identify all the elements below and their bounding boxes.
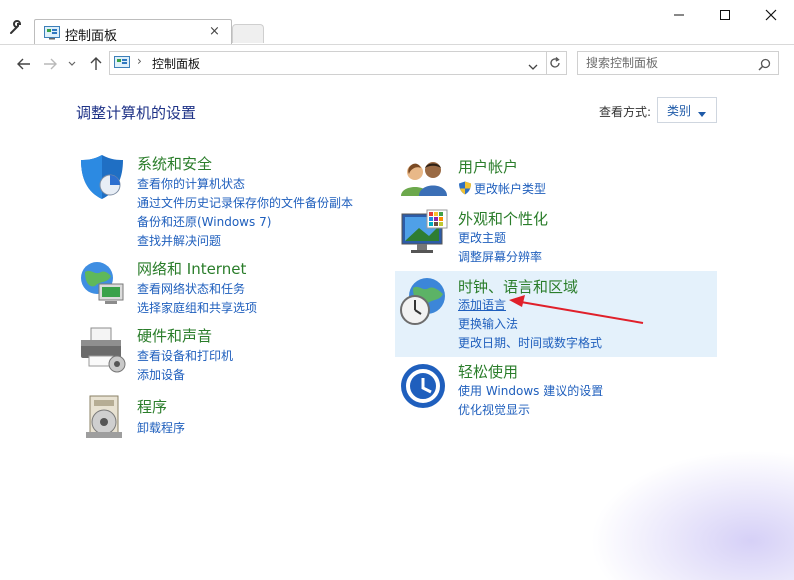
minimize-button[interactable] xyxy=(656,0,702,30)
network-globe-icon[interactable] xyxy=(77,258,127,312)
link-optimize-visual-display[interactable]: 优化视觉显示 xyxy=(458,401,530,418)
maximize-button[interactable] xyxy=(702,0,748,30)
address-dropdown-chevron-icon[interactable] xyxy=(528,56,538,75)
tab-close-button[interactable]: × xyxy=(209,24,220,39)
page-title: 调整计算机的设置 xyxy=(76,104,197,122)
link-network-status[interactable]: 查看网络状态和任务 xyxy=(137,280,245,297)
category-title-hardware-sound[interactable]: 硬件和声音 xyxy=(137,325,212,346)
navigation-bar: › 控制面板 xyxy=(0,44,794,81)
shield-icon[interactable] xyxy=(77,152,127,206)
programs-disc-icon[interactable] xyxy=(80,392,130,446)
tab-title: 控制面板 xyxy=(65,29,118,44)
search-box[interactable] xyxy=(577,51,779,75)
user-accounts-icon[interactable] xyxy=(399,156,449,210)
wrench-icon[interactable] xyxy=(8,20,24,40)
control-panel-icon xyxy=(44,25,60,44)
address-bar[interactable]: › 控制面板 xyxy=(109,51,547,75)
search-input[interactable] xyxy=(584,54,756,72)
link-change-account-type[interactable]: 更改帐户类型 xyxy=(474,180,546,197)
link-file-history[interactable]: 通过文件历史记录保存你的文件备份副本 xyxy=(137,194,353,211)
link-devices-printers[interactable]: 查看设备和打印机 xyxy=(137,347,233,364)
tab-control-panel[interactable]: 控制面板 × xyxy=(34,19,232,45)
printer-icon[interactable] xyxy=(77,324,127,378)
category-title-appearance[interactable]: 外观和个性化 xyxy=(458,208,548,229)
category-title-user-accounts[interactable]: 用户帐户 xyxy=(458,156,518,177)
link-uninstall-program[interactable]: 卸载程序 xyxy=(137,419,185,436)
breadcrumb-separator[interactable]: › xyxy=(137,54,142,68)
view-by-dropdown[interactable]: 类别 xyxy=(657,97,717,123)
link-recommended-settings[interactable]: 使用 Windows 建议的设置 xyxy=(458,382,603,399)
globe-clock-icon[interactable] xyxy=(399,276,449,330)
link-view-computer-status[interactable]: 查看你的计算机状态 xyxy=(137,175,245,192)
title-bar: 控制面板 × xyxy=(0,0,794,45)
forward-arrow-icon[interactable] xyxy=(40,55,60,73)
refresh-button[interactable] xyxy=(544,51,567,75)
corner-glow xyxy=(590,450,794,580)
link-add-device[interactable]: 添加设备 xyxy=(137,366,185,383)
uac-shield-icon xyxy=(458,180,472,199)
link-backup-restore[interactable]: 备份和还原(Windows 7) xyxy=(137,213,271,230)
back-arrow-icon[interactable] xyxy=(14,55,34,73)
view-by-value: 类别 xyxy=(667,104,692,118)
category-title-network-internet[interactable]: 网络和 Internet xyxy=(137,258,246,279)
link-troubleshoot[interactable]: 查找并解决问题 xyxy=(137,232,221,249)
recent-pages-chevron-icon[interactable] xyxy=(66,55,78,73)
chevron-down-icon xyxy=(698,106,706,120)
link-add-language[interactable]: 添加语言 xyxy=(458,296,506,313)
category-title-system-security[interactable]: 系统和安全 xyxy=(137,153,212,174)
refresh-icon xyxy=(550,57,560,68)
category-title-ease-of-access[interactable]: 轻松使用 xyxy=(458,361,518,382)
breadcrumb[interactable]: 控制面板 xyxy=(152,55,200,72)
annotation-arrow-icon xyxy=(509,295,644,324)
new-tab-button[interactable] xyxy=(232,24,264,43)
link-homegroup-sharing[interactable]: 选择家庭组和共享选项 xyxy=(137,299,257,316)
close-window-button[interactable] xyxy=(748,0,794,30)
link-screen-resolution[interactable]: 调整屏幕分辨率 xyxy=(458,248,542,265)
link-change-theme[interactable]: 更改主题 xyxy=(458,229,506,246)
category-title-programs[interactable]: 程序 xyxy=(137,396,167,417)
link-date-time-format[interactable]: 更改日期、时间或数字格式 xyxy=(458,334,602,351)
monitor-palette-icon[interactable] xyxy=(399,208,449,262)
search-icon[interactable] xyxy=(758,56,771,75)
view-by-label: 查看方式: xyxy=(599,105,652,119)
control-panel-icon xyxy=(114,55,130,74)
up-arrow-icon[interactable] xyxy=(86,55,106,73)
ease-of-access-icon[interactable] xyxy=(399,362,449,416)
